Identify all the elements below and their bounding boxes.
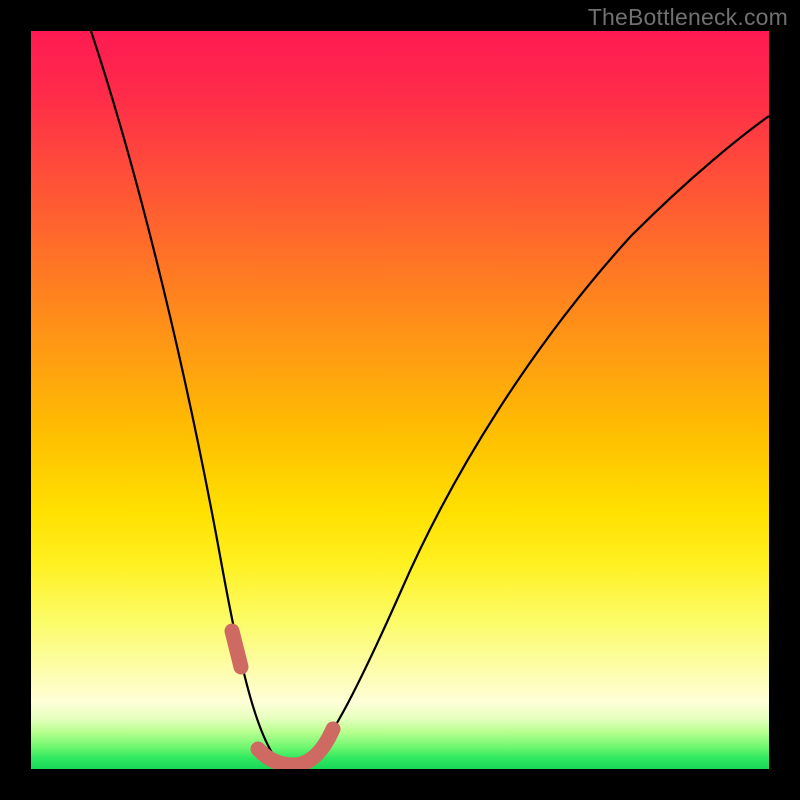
chart-frame: TheBottleneck.com xyxy=(0,0,800,800)
curve-path xyxy=(91,31,769,764)
bottleneck-curve xyxy=(31,31,769,769)
watermark-text: TheBottleneck.com xyxy=(588,4,788,31)
highlight-segment xyxy=(232,631,333,765)
plot-area xyxy=(31,31,769,769)
